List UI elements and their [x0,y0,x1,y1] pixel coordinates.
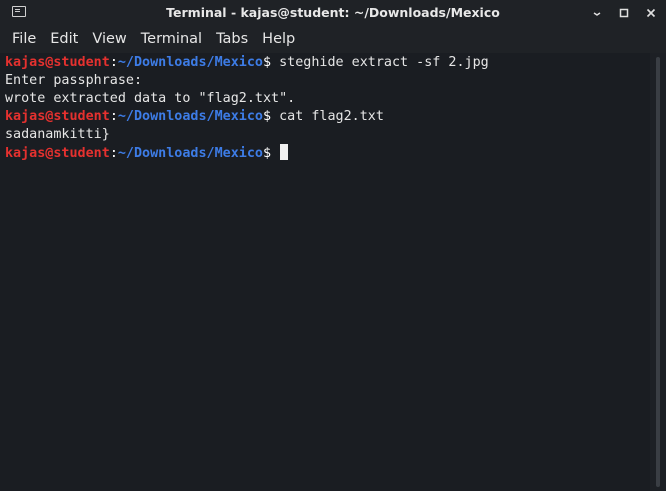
terminal-line: sadanamkitti} [5,127,110,142]
text-cursor [280,144,289,160]
prompt-symbol: $ [263,55,272,70]
menu-edit[interactable]: Edit [43,31,85,47]
terminal-line: wrote extracted data to "flag2.txt". [5,91,296,106]
command-text [271,146,279,161]
menu-file[interactable]: File [0,31,43,47]
terminal-output[interactable]: kajas@student:~/Downloads/Mexico$ steghi… [0,53,650,491]
scrollbar-thumb[interactable] [656,57,660,487]
prompt-symbol: $ [263,109,272,124]
menu-tabs[interactable]: Tabs [209,31,255,47]
terminal-line: Enter passphrase: [5,73,143,88]
vertical-scrollbar[interactable] [650,53,666,491]
menu-help[interactable]: Help [255,31,302,47]
prompt-user: kajas@student [5,109,110,124]
prompt-user: kajas@student [5,146,110,161]
prompt-separator: : [109,109,118,124]
prompt-separator: : [109,146,118,161]
prompt-path: ~/Downloads/Mexico [117,55,263,70]
title-bar: Terminal - kajas@student: ~/Downloads/Me… [0,0,666,25]
maximize-icon[interactable] [617,6,631,20]
command-text: steghide extract -sf 2.jpg [271,55,489,70]
menu-terminal[interactable]: Terminal [134,31,209,47]
menu-view[interactable]: View [85,31,133,47]
terminal-line: kajas@student:~/Downloads/Mexico$ steghi… [5,54,650,72]
window-title: Terminal - kajas@student: ~/Downloads/Me… [166,5,500,20]
terminal-line: kajas@student:~/Downloads/Mexico$ cat fl… [5,108,650,126]
terminal-line: kajas@student:~/Downloads/Mexico$ [5,144,650,162]
window-controls [590,0,658,25]
menu-bar: File Edit View Terminal Tabs Help [0,25,666,53]
prompt-path: ~/Downloads/Mexico [117,109,263,124]
prompt-symbol: $ [263,146,272,161]
prompt-path: ~/Downloads/Mexico [117,146,263,161]
minimize-icon[interactable] [590,6,604,20]
prompt-separator: : [109,55,118,70]
close-icon[interactable] [644,6,658,20]
prompt-user: kajas@student [5,55,110,70]
command-text: cat flag2.txt [271,109,384,124]
terminal-app-icon [12,6,26,17]
